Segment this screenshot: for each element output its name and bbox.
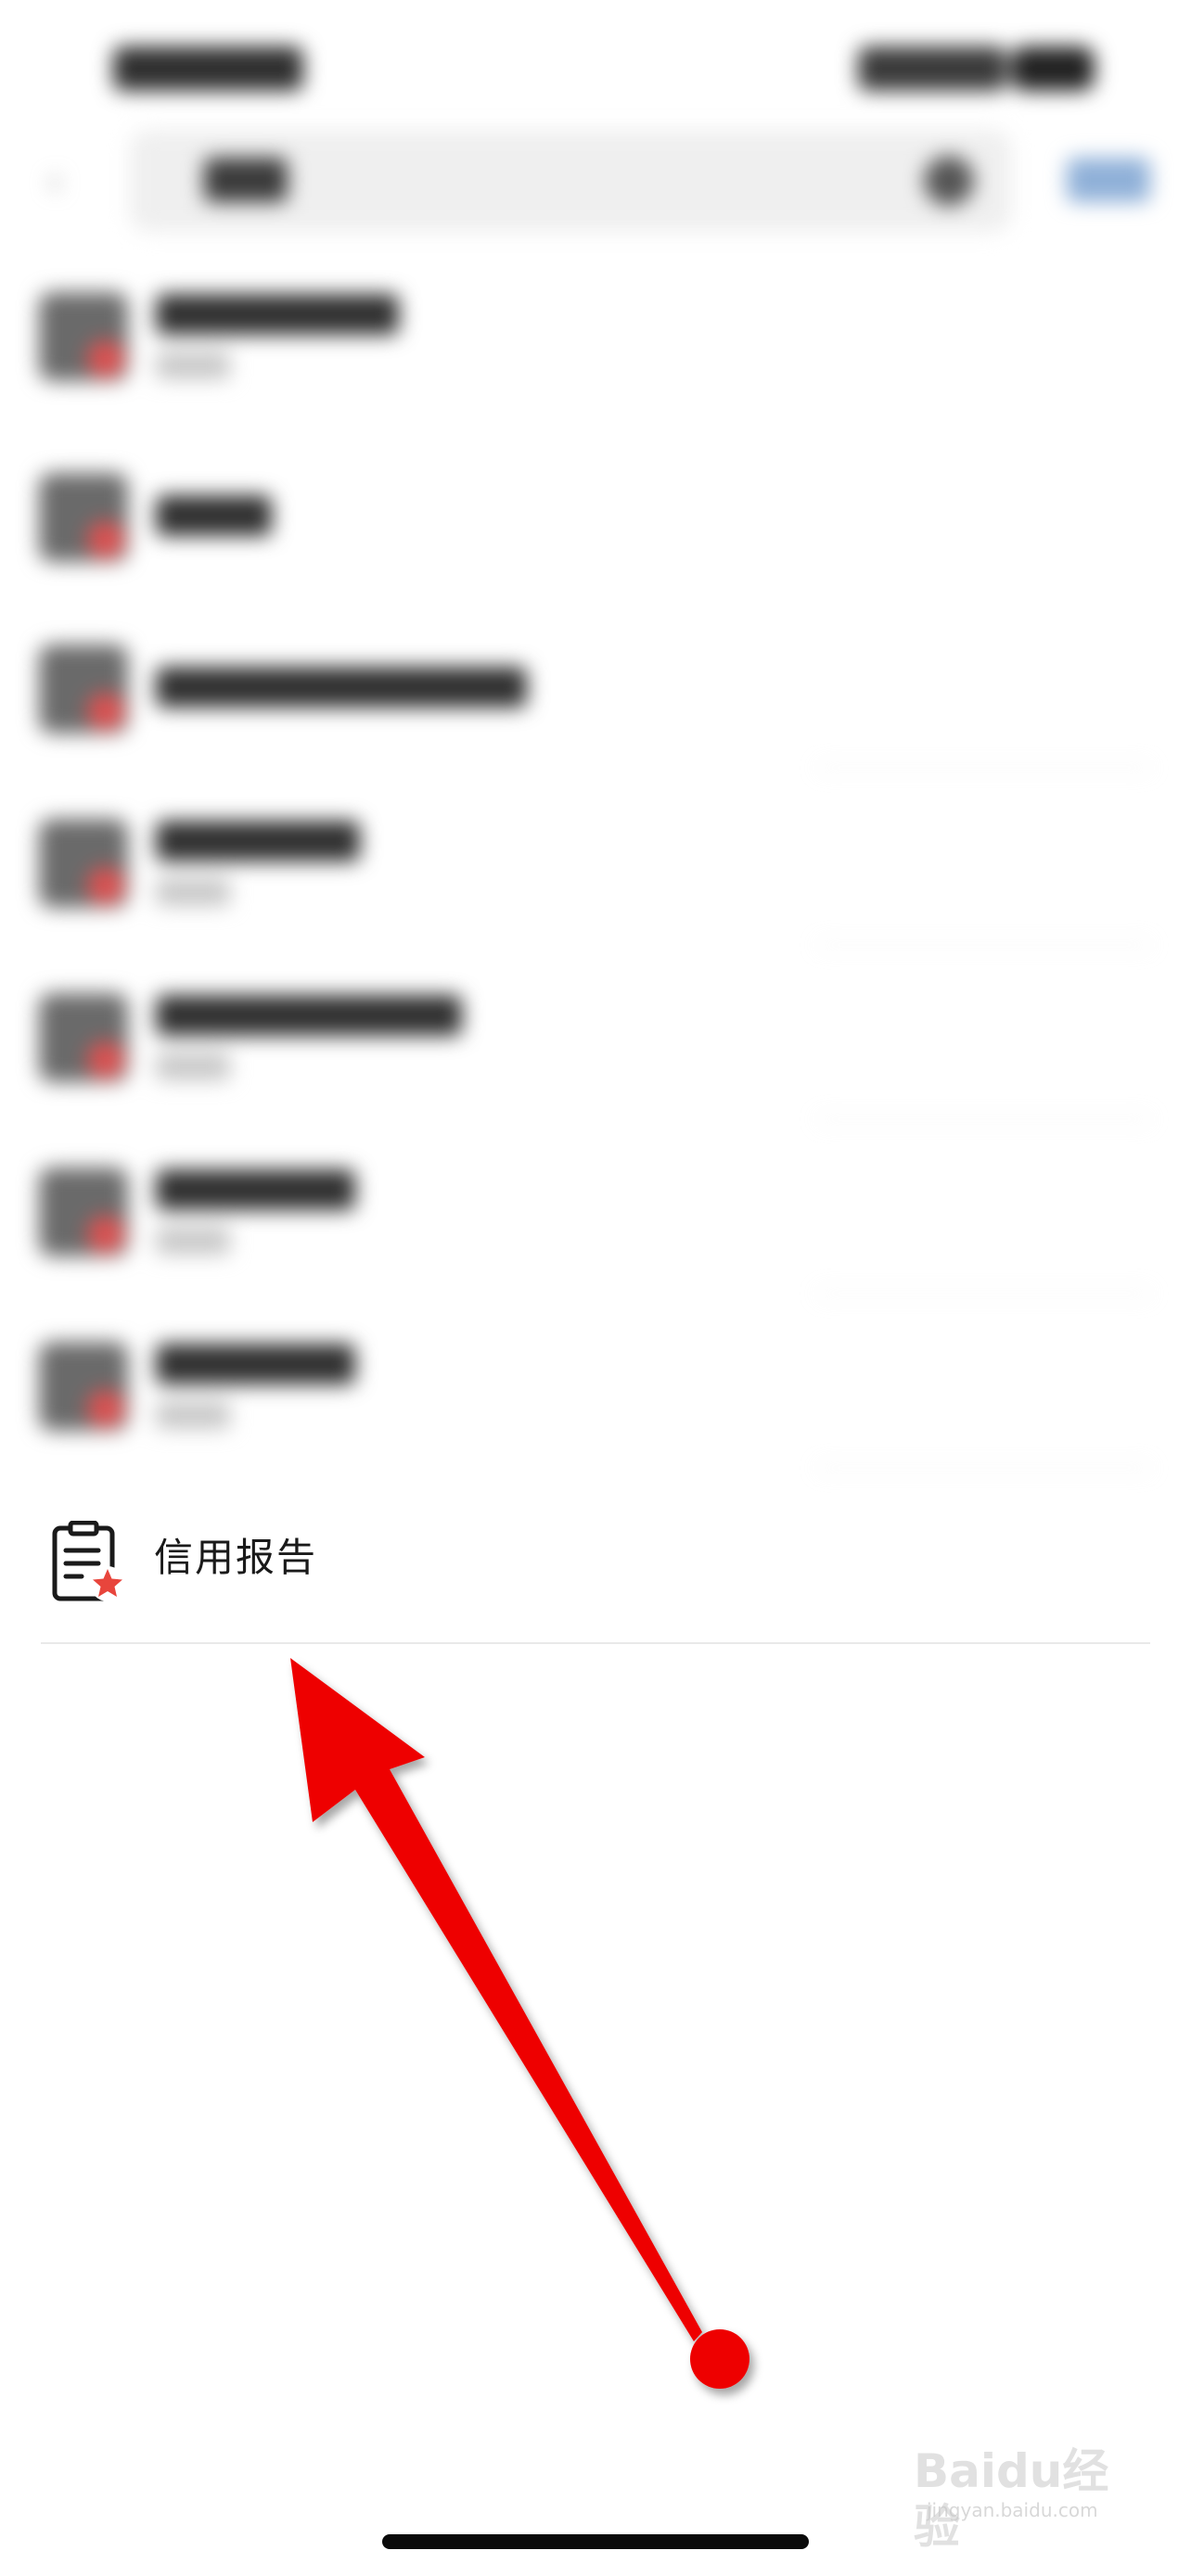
status-bar-signal: [858, 46, 1006, 91]
list-item-title: [156, 821, 360, 861]
row-divider: [818, 1467, 1150, 1469]
list-item-title: [156, 1344, 355, 1384]
list-item[interactable]: [0, 1121, 1191, 1295]
clear-search-icon[interactable]: [924, 156, 974, 206]
report-star-icon: [52, 1521, 125, 1601]
list-item-icon: [39, 644, 128, 733]
list-item-subtitle: [156, 1052, 230, 1080]
arrow-shape: [290, 1658, 749, 2389]
row-divider: [818, 767, 1150, 769]
list-item-icon: [39, 473, 128, 562]
status-bar-time: [113, 46, 303, 91]
list-item[interactable]: [0, 1295, 1191, 1470]
search-query: [204, 158, 288, 202]
list-item-subtitle: [156, 878, 230, 906]
status-bar-battery: [1011, 46, 1095, 91]
row-divider: [818, 1293, 1150, 1294]
list-item[interactable]: [0, 246, 1191, 420]
list-item-title: [156, 1169, 355, 1210]
list-item-subtitle: [156, 351, 230, 379]
list-item-title: [156, 495, 272, 536]
credit-report-label: 信用报告: [154, 1535, 318, 1580]
blurred-content: ‹: [0, 0, 1191, 1484]
list-item-title: [156, 995, 462, 1036]
screen: ‹ 信用报告 Baidu经验 jingyan.baidu.com: [0, 0, 1191, 2576]
row-divider: [818, 944, 1150, 946]
back-chevron-icon[interactable]: ‹: [48, 158, 85, 204]
list-item-icon: [39, 292, 128, 381]
list-item-icon: [39, 993, 128, 1082]
list-item-subtitle: [156, 1401, 230, 1429]
list-item-icon: [39, 819, 128, 908]
row-divider: [818, 1118, 1150, 1120]
list-item-subtitle: [156, 1227, 230, 1255]
list-item-title: [156, 667, 527, 708]
search-input[interactable]: [130, 130, 1011, 232]
list-item[interactable]: [0, 947, 1191, 1121]
list-item-title: [156, 294, 399, 335]
watermark-subtext: jingyan.baidu.com: [927, 2499, 1098, 2521]
list-item[interactable]: [0, 427, 1191, 601]
list-item-credit-report[interactable]: 信用报告: [0, 1474, 1191, 1643]
list-item[interactable]: [0, 598, 1191, 772]
baidu-watermark: Baidu经验 jingyan.baidu.com: [914, 2443, 1136, 2554]
list-item-icon: [39, 1342, 128, 1431]
list-item[interactable]: [0, 772, 1191, 947]
row-divider: [41, 1642, 1150, 1644]
list-item-icon: [39, 1167, 128, 1256]
cancel-button[interactable]: [1067, 158, 1150, 202]
home-indicator[interactable]: [382, 2534, 809, 2549]
